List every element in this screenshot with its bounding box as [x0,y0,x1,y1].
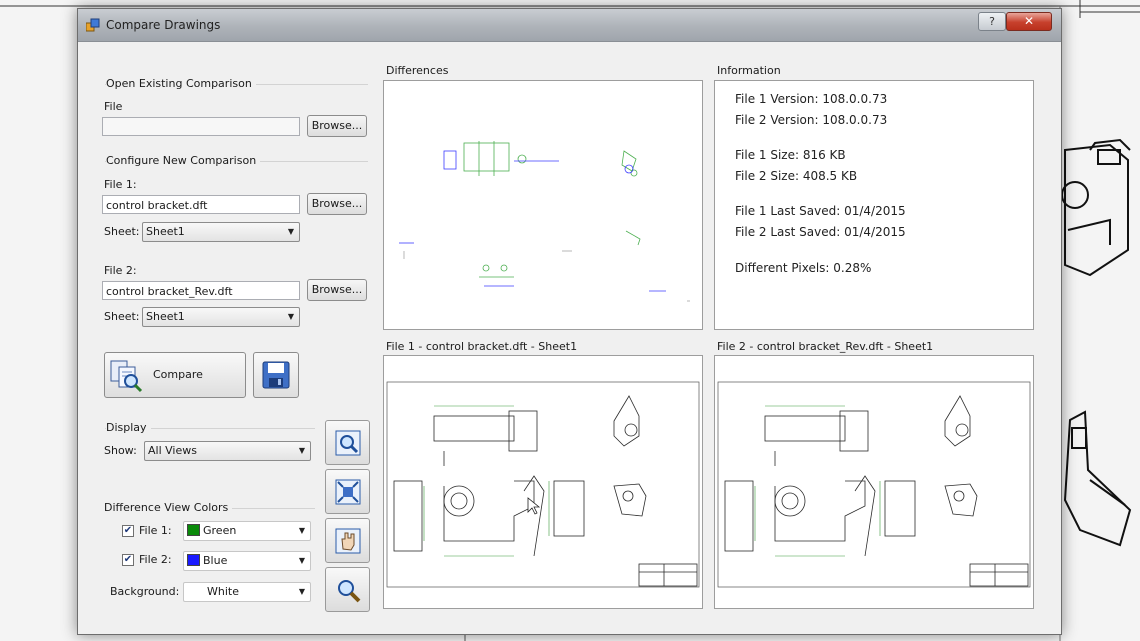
file1-view-panel[interactable] [383,355,703,609]
zoom-icon [338,580,361,603]
file2-size-text: File 2 Size: 408.5 KB [735,169,858,183]
help-button[interactable]: ? [978,12,1006,31]
file1-browse-button[interactable]: Browse... [307,193,367,215]
file2-color-checkbox[interactable]: ✔ [122,554,134,566]
save-icon [262,361,290,389]
chevron-down-icon: ▼ [298,556,305,565]
zoom-area-icon [335,430,361,456]
sheet1-value: Sheet1 [146,225,185,238]
differences-title: Differences [386,64,449,77]
show-select[interactable]: All Views ▼ [144,441,311,461]
file1-input[interactable]: control bracket.dft [102,195,300,214]
different-pixels-text: Different Pixels: 0.28% [735,261,872,275]
file1-label: File 1: [104,178,137,191]
file1-color-value: Green [203,524,237,537]
differences-drawing [399,141,690,302]
fit-view-button[interactable] [325,469,370,514]
file2-input[interactable]: control bracket_Rev.dft [102,281,300,300]
file2-label: File 2: [104,264,137,277]
configure-new-group-title: Configure New Comparison [106,154,261,167]
file1-color-select[interactable]: Green ▼ [183,521,311,541]
information-panel: File 1 Version: 108.0.0.73 File 2 Versio… [714,80,1034,330]
chevron-down-icon: ▼ [287,227,294,236]
file2-color-select[interactable]: Blue ▼ [183,551,311,571]
chevron-down-icon: ▼ [287,312,294,321]
file2-color-value: Blue [203,554,228,567]
fit-icon [335,479,361,505]
pan-icon [335,528,361,554]
file1-view-title: File 1 - control bracket.dft - Sheet1 [386,340,578,353]
show-label: Show: [104,444,137,457]
file1-size-text: File 1 Size: 816 KB [735,148,846,162]
display-group-title: Display [106,421,151,434]
zoom-area-button[interactable] [325,420,370,465]
sheet2-value: Sheet1 [146,310,185,323]
colors-group-title: Difference View Colors [104,501,233,514]
file2-browse-button[interactable]: Browse... [307,279,367,301]
sheet2-select[interactable]: Sheet1 ▼ [142,307,300,327]
information-title: Information [717,64,781,77]
compare-button-label: Compare [153,368,203,381]
file2-color-label: File 2: [139,553,172,566]
file1-color-label: File 1: [139,524,172,537]
close-button[interactable]: ✕ [1006,12,1052,31]
save-button[interactable] [253,352,299,398]
sheet2-label: Sheet: [104,310,140,323]
file1-version-text: File 1 Version: 108.0.0.73 [735,92,888,106]
existing-file-input[interactable] [102,117,300,136]
chevron-down-icon: ▼ [298,526,305,535]
background-select[interactable]: White ▼ [183,582,311,602]
open-existing-group-title: Open Existing Comparison [106,77,256,90]
mouse-cursor-icon [527,497,541,515]
file2-version-text: File 2 Version: 108.0.0.73 [735,113,888,127]
app-icon [86,18,100,32]
file1-color-checkbox[interactable]: ✔ [122,525,134,537]
file1-drawing [386,381,700,588]
background-value: White [207,585,239,598]
zoom-button[interactable] [325,567,370,612]
compare-button[interactable]: Compare [104,352,246,398]
title-bar[interactable]: Compare Drawings ? ✕ [78,9,1061,42]
dialog-client-area: Open Existing Comparison File Browse... … [85,42,1052,626]
compare-icon [110,360,143,393]
file-label: File [104,100,123,113]
existing-browse-button[interactable]: Browse... [307,115,367,137]
sheet1-select[interactable]: Sheet1 ▼ [142,222,300,242]
show-value: All Views [148,444,197,457]
differences-panel[interactable] [383,80,703,330]
compare-drawings-window: Compare Drawings ? ✕ Open Existing Compa… [77,8,1062,635]
chevron-down-icon: ▼ [298,446,305,455]
file2-view-title: File 2 - control bracket_Rev.dft - Sheet… [717,340,934,353]
file2-drawing [717,381,1031,588]
chevron-down-icon: ▼ [298,587,305,596]
pan-button[interactable] [325,518,370,563]
file2-view-panel[interactable] [714,355,1034,609]
green-swatch [187,524,200,536]
window-title: Compare Drawings [106,18,221,32]
background-label: Background: [110,585,180,598]
blue-swatch [187,554,200,566]
file1-saved-text: File 1 Last Saved: 01/4/2015 [735,204,906,218]
file2-saved-text: File 2 Last Saved: 01/4/2015 [735,225,906,239]
sheet1-label: Sheet: [104,225,140,238]
